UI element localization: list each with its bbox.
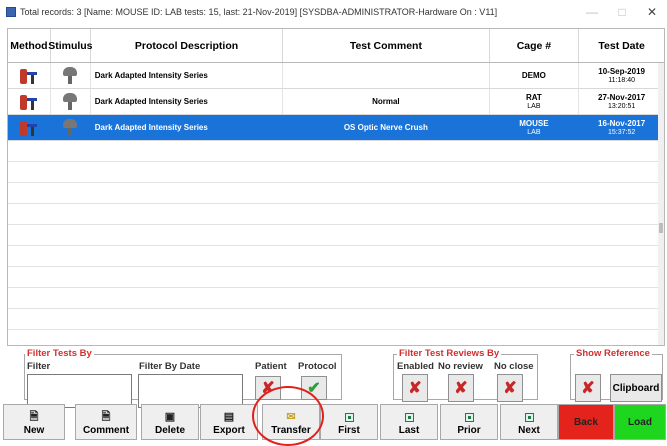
- filter-input[interactable]: [27, 374, 132, 408]
- method-icon: [19, 67, 38, 85]
- delete-button[interactable]: ▣ Delete: [141, 404, 199, 440]
- export-button[interactable]: ▤ Export: [200, 404, 258, 440]
- table-row-selected[interactable]: Dark Adapted Intensity Series OS Optic N…: [8, 115, 664, 141]
- method-icon: [19, 119, 38, 137]
- column-header-date[interactable]: Test Date: [579, 29, 664, 62]
- last-record-icon: [404, 413, 414, 422]
- table-row[interactable]: Dark Adapted Intensity Series DEMO 10-Se…: [8, 63, 664, 89]
- last-button[interactable]: Last: [380, 404, 438, 440]
- patient-label: Patient: [255, 361, 287, 372]
- floppy-disk-icon: ▤: [223, 411, 235, 423]
- show-reference-toggle[interactable]: ✘: [575, 374, 601, 402]
- new-document-icon: 🗎: [29, 411, 39, 423]
- cage-cell: DEMO: [490, 63, 580, 88]
- records-table: Method Stimulus Protocol Description Tes…: [7, 28, 665, 346]
- app-icon: [6, 7, 16, 17]
- date-cell: 27-Nov-2017 13:20:51: [598, 93, 646, 110]
- comment-cell: Normal: [283, 89, 490, 114]
- new-button[interactable]: 🗎 New: [3, 404, 65, 440]
- column-header-comment[interactable]: Test Comment: [283, 29, 490, 62]
- protocol-label: Protocol: [298, 361, 337, 372]
- no-close-label: No close: [494, 361, 534, 372]
- column-header-method[interactable]: Method: [8, 29, 51, 62]
- protocol-cell: Dark Adapted Intensity Series: [91, 89, 284, 114]
- filter-by-date-label: Filter By Date: [139, 361, 201, 372]
- date-cell: 16-Nov-2017 15:37:52: [598, 119, 646, 136]
- comment-button[interactable]: 🗎 Comment: [75, 404, 137, 440]
- protocol-cell: Dark Adapted Intensity Series: [91, 115, 284, 140]
- next-record-icon: [524, 413, 534, 422]
- filter-label: Filter: [27, 361, 51, 372]
- back-button[interactable]: Back: [558, 404, 614, 440]
- comment-cell: [283, 63, 490, 88]
- comment-icon: 🗎: [101, 411, 111, 423]
- title-bar: Total records: 3 [Name: MOUSE ID: LAB te…: [0, 0, 667, 24]
- next-button[interactable]: Next: [500, 404, 558, 440]
- minimize-button[interactable]: —: [577, 5, 607, 19]
- column-header-stimulus[interactable]: Stimulus: [48, 29, 93, 62]
- filter-reviews-group-label: Filter Test Reviews By: [397, 348, 502, 359]
- load-button[interactable]: Load: [614, 404, 666, 440]
- no-review-label: No review: [438, 361, 483, 372]
- enabled-label: Enabled: [397, 361, 434, 372]
- show-reference-group-label: Show Reference: [574, 348, 652, 359]
- close-button[interactable]: ✕: [637, 5, 667, 19]
- date-cell: 10-Sep-2019 11:18:40: [598, 67, 645, 84]
- cage-cell: MOUSE LAB: [490, 115, 580, 140]
- prior-button[interactable]: Prior: [440, 404, 498, 440]
- enabled-toggle[interactable]: ✘: [402, 374, 428, 402]
- stimulus-icon: [62, 66, 78, 85]
- first-button[interactable]: First: [320, 404, 378, 440]
- protocol-cell: Dark Adapted Intensity Series: [91, 63, 284, 88]
- no-review-toggle[interactable]: ✘: [448, 374, 474, 402]
- highlight-circle: [252, 386, 324, 446]
- prior-record-icon: [464, 413, 474, 422]
- method-icon: [19, 93, 38, 111]
- maximize-button[interactable]: □: [607, 5, 637, 19]
- column-header-cage[interactable]: Cage #: [490, 29, 580, 62]
- no-close-toggle[interactable]: ✘: [497, 374, 523, 402]
- cage-cell: RAT LAB: [490, 89, 580, 114]
- stimulus-icon: [62, 118, 78, 137]
- table-header: Method Stimulus Protocol Description Tes…: [8, 29, 664, 63]
- filter-date-input[interactable]: [138, 374, 243, 408]
- clipboard-button[interactable]: Clipboard: [610, 374, 662, 402]
- trash-icon: ▣: [164, 411, 176, 423]
- vertical-scrollbar[interactable]: [658, 63, 664, 345]
- first-record-icon: [344, 413, 354, 422]
- window-title: Total records: 3 [Name: MOUSE ID: LAB te…: [20, 7, 498, 17]
- column-header-protocol[interactable]: Protocol Description: [91, 29, 284, 62]
- table-row[interactable]: Dark Adapted Intensity Series Normal RAT…: [8, 89, 664, 115]
- filter-tests-group-label: Filter Tests By: [25, 348, 94, 359]
- stimulus-icon: [62, 92, 78, 111]
- comment-cell: OS Optic Nerve Crush: [283, 115, 490, 140]
